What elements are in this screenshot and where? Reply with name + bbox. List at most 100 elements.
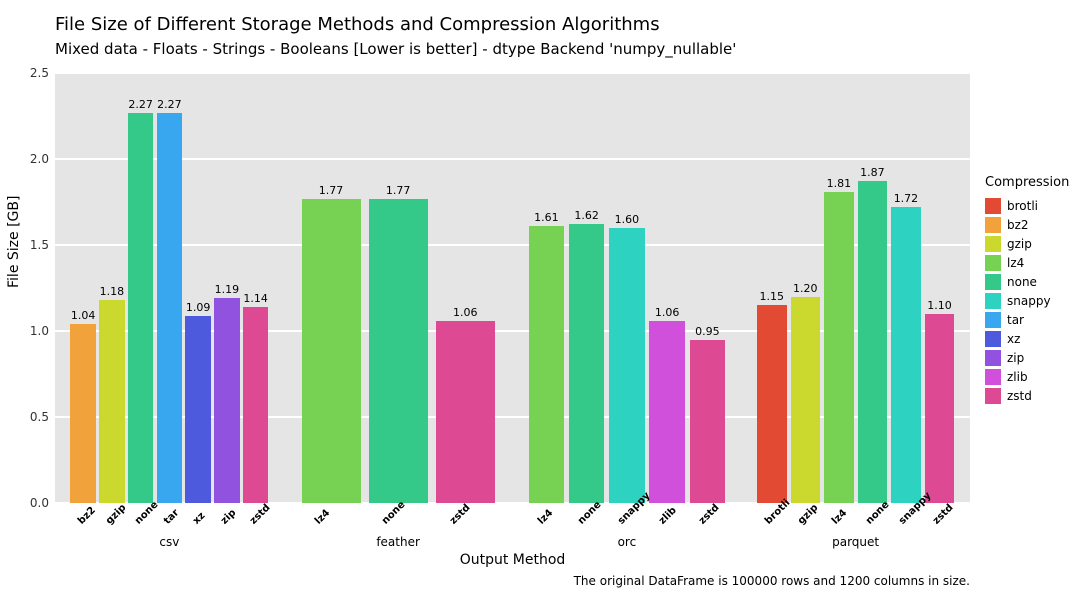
legend-label: zlib <box>1007 370 1028 384</box>
group-label: orc <box>618 535 637 549</box>
bar <box>128 113 153 503</box>
legend-item: zip <box>985 348 1075 367</box>
bar-value-label: 1.72 <box>894 192 919 205</box>
legend-swatch <box>985 198 1001 214</box>
legend-item: tar <box>985 310 1075 329</box>
legend-label: zip <box>1007 351 1024 365</box>
bar <box>690 340 725 503</box>
bar <box>925 314 955 503</box>
legend-label: lz4 <box>1007 256 1024 270</box>
bar <box>891 207 921 503</box>
bar-value-label: 1.81 <box>827 177 852 190</box>
bar-value-label: 1.15 <box>760 290 785 303</box>
legend-item: zlib <box>985 367 1075 386</box>
bar <box>70 324 95 503</box>
bar-value-label: 1.10 <box>927 299 952 312</box>
y-tick-label: 0.0 <box>30 496 49 510</box>
bar <box>649 321 684 503</box>
bar <box>99 300 124 503</box>
bar-value-label: 1.19 <box>215 283 240 296</box>
legend-item: snappy <box>985 291 1075 310</box>
bar-value-label: 1.61 <box>534 211 559 224</box>
chart-title: File Size of Different Storage Methods a… <box>55 14 660 35</box>
legend-title: Compression <box>985 175 1075 190</box>
legend-swatch <box>985 255 1001 271</box>
bar <box>369 199 428 503</box>
bar-tick-label: zstd <box>697 502 722 527</box>
y-tick-label: 1.5 <box>30 238 49 252</box>
bar-value-label: 1.04 <box>71 309 96 322</box>
bar-tick-label: lz4 <box>313 508 332 527</box>
legend-label: tar <box>1007 313 1024 327</box>
bar-tick-label: zstd <box>448 502 473 527</box>
bar-value-label: 1.77 <box>386 184 411 197</box>
bar-value-label: 1.77 <box>319 184 344 197</box>
bar-value-label: 1.14 <box>243 292 268 305</box>
legend-item: gzip <box>985 234 1075 253</box>
bar <box>157 113 182 503</box>
y-tick-label: 0.5 <box>30 410 49 424</box>
bar <box>214 298 239 503</box>
bar-tick-label: lz4 <box>536 508 555 527</box>
bar <box>436 321 495 503</box>
legend-swatch <box>985 217 1001 233</box>
bar <box>243 307 268 503</box>
plot-area: 0.00.51.01.52.02.51.041.182.272.271.091.… <box>55 73 970 503</box>
gridline <box>55 72 970 74</box>
gridline <box>55 158 970 160</box>
legend-label: gzip <box>1007 237 1032 251</box>
legend-swatch <box>985 236 1001 252</box>
bar-value-label: 1.60 <box>615 213 640 226</box>
bar-value-label: 1.18 <box>100 285 125 298</box>
y-tick-label: 2.5 <box>30 66 49 80</box>
legend-item: xz <box>985 329 1075 348</box>
bar-tick-label: zip <box>219 507 238 526</box>
legend-swatch <box>985 331 1001 347</box>
bar <box>302 199 361 503</box>
legend-swatch <box>985 369 1001 385</box>
y-axis-label: File Size [GB] <box>6 196 22 288</box>
bar <box>609 228 644 503</box>
legend-item: brotli <box>985 196 1075 215</box>
bar <box>791 297 821 503</box>
bar-tick-label: gzip <box>104 502 128 526</box>
group-label: parquet <box>832 535 879 549</box>
bar-value-label: 2.27 <box>157 98 182 111</box>
bar-tick-label: zlib <box>657 505 679 527</box>
bar <box>858 181 888 503</box>
bar-value-label: 0.95 <box>695 325 720 338</box>
legend-item: none <box>985 272 1075 291</box>
bar-tick-label: zstd <box>931 502 956 527</box>
bar-value-label: 1.62 <box>574 209 599 222</box>
legend-swatch <box>985 388 1001 404</box>
legend-item: bz2 <box>985 215 1075 234</box>
bar-tick-label: tar <box>162 507 181 526</box>
legend-label: bz2 <box>1007 218 1029 232</box>
bar-value-label: 1.06 <box>453 306 478 319</box>
y-tick-label: 1.0 <box>30 324 49 338</box>
legend-label: xz <box>1007 332 1020 346</box>
bar-value-label: 1.09 <box>186 301 211 314</box>
bar-tick-label: xz <box>191 510 207 526</box>
group-label: csv <box>159 535 179 549</box>
bar-tick-label: zstd <box>248 502 273 527</box>
chart-figure: File Size of Different Storage Methods a… <box>0 0 1080 598</box>
legend: Compression brotli bz2 gzip lz4 none snappy ta… <box>985 175 1075 405</box>
bar-tick-label: gzip <box>796 502 820 526</box>
bar <box>824 192 854 503</box>
chart-caption: The original DataFrame is 100000 rows an… <box>0 574 970 588</box>
legend-label: none <box>1007 275 1037 289</box>
bar-value-label: 2.27 <box>128 98 153 111</box>
legend-swatch <box>985 350 1001 366</box>
legend-label: brotli <box>1007 199 1038 213</box>
legend-swatch <box>985 293 1001 309</box>
bar-value-label: 1.06 <box>655 306 680 319</box>
bar <box>529 226 564 503</box>
legend-label: snappy <box>1007 294 1051 308</box>
bar <box>757 305 787 503</box>
legend-label: zstd <box>1007 389 1032 403</box>
legend-swatch <box>985 274 1001 290</box>
legend-swatch <box>985 312 1001 328</box>
chart-subtitle: Mixed data - Floats - Strings - Booleans… <box>55 40 736 58</box>
x-axis-label: Output Method <box>0 552 1025 568</box>
